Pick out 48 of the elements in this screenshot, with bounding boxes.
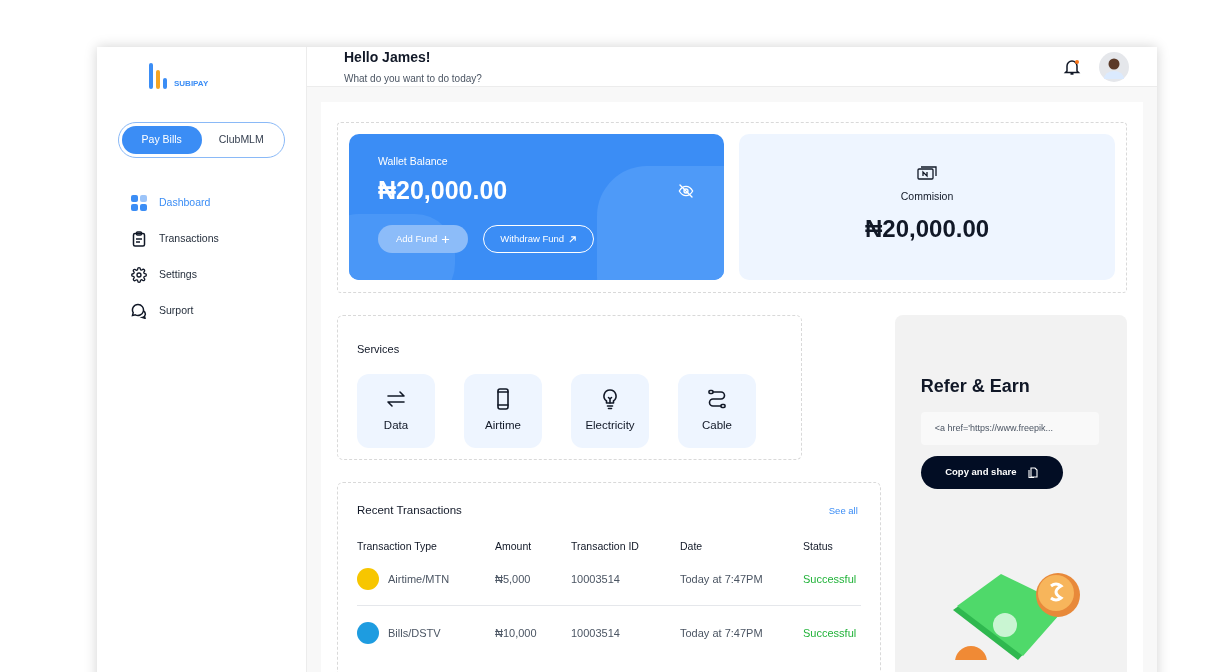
- hide-eye-icon[interactable]: [678, 182, 695, 199]
- transaction-date: Today at 7:47PM: [680, 572, 764, 587]
- notification-bell-icon[interactable]: [1063, 57, 1081, 76]
- see-all-link[interactable]: See all: [828, 503, 858, 518]
- column-header: Transaction ID: [571, 539, 640, 554]
- service-tile[interactable]: Electricity: [571, 374, 649, 448]
- column-header: Status: [803, 539, 834, 554]
- avatar[interactable]: [1099, 51, 1129, 82]
- transaction-date: Today at 7:47PM: [680, 625, 764, 641]
- nav-item[interactable]: Transactions: [131, 230, 219, 248]
- transaction-id: 10003514: [571, 625, 621, 641]
- nav-item[interactable]: Dashboard: [131, 194, 211, 212]
- column-header: Amount: [495, 539, 533, 554]
- refer-title: Refer & Earn: [920, 375, 1031, 398]
- clipboard-icon: [131, 231, 147, 247]
- service-tile[interactable]: Airtime: [464, 374, 542, 448]
- transaction-type: Bills/DSTV: [388, 625, 441, 641]
- plus-icon: [441, 234, 451, 244]
- arrow-up-right-icon: [568, 234, 578, 244]
- wallet-amount: ₦20,000.00: [378, 174, 508, 206]
- copy-and-share-button[interactable]: Copy and share: [920, 456, 1063, 489]
- referral-link-field[interactable]: <a href='https://www.freepik...: [920, 412, 1099, 445]
- cash-icon: [917, 166, 938, 180]
- services-title: Services: [357, 343, 400, 355]
- wallet-label: Wallet Balance: [378, 154, 449, 169]
- commission-label: Commision: [900, 189, 954, 204]
- greeting-subtitle: What do you want to do today?: [344, 72, 482, 86]
- copy-icon: [1028, 467, 1039, 478]
- transaction-id: 10003514: [571, 572, 621, 587]
- commission-amount: ₦20,000.00: [865, 213, 990, 244]
- transaction-amount: ₦10,000: [495, 625, 538, 641]
- service-tile[interactable]: Cable: [678, 374, 756, 448]
- transaction-status: Successful: [803, 572, 858, 587]
- service-tile[interactable]: Data: [357, 374, 435, 448]
- nav-item[interactable]: Surport: [131, 302, 194, 320]
- transaction-status: Successful: [803, 625, 858, 641]
- grid-icon: [131, 195, 147, 211]
- column-header: Transaction Type: [357, 539, 438, 554]
- nav-item[interactable]: Settings: [131, 266, 197, 284]
- settings-icon: [131, 267, 147, 283]
- chat-icon: [131, 303, 147, 319]
- transaction-amount: ₦5,000: [495, 572, 532, 587]
- mode-tab[interactable]: ClubMLM: [201, 126, 281, 154]
- column-header: Date: [680, 539, 704, 554]
- greeting: Hello James!: [344, 48, 432, 67]
- transactions-title: Recent Transactions: [357, 503, 462, 518]
- brand-name: SUBIPAY: [174, 80, 209, 89]
- transaction-type: Airtime/MTN: [388, 572, 450, 587]
